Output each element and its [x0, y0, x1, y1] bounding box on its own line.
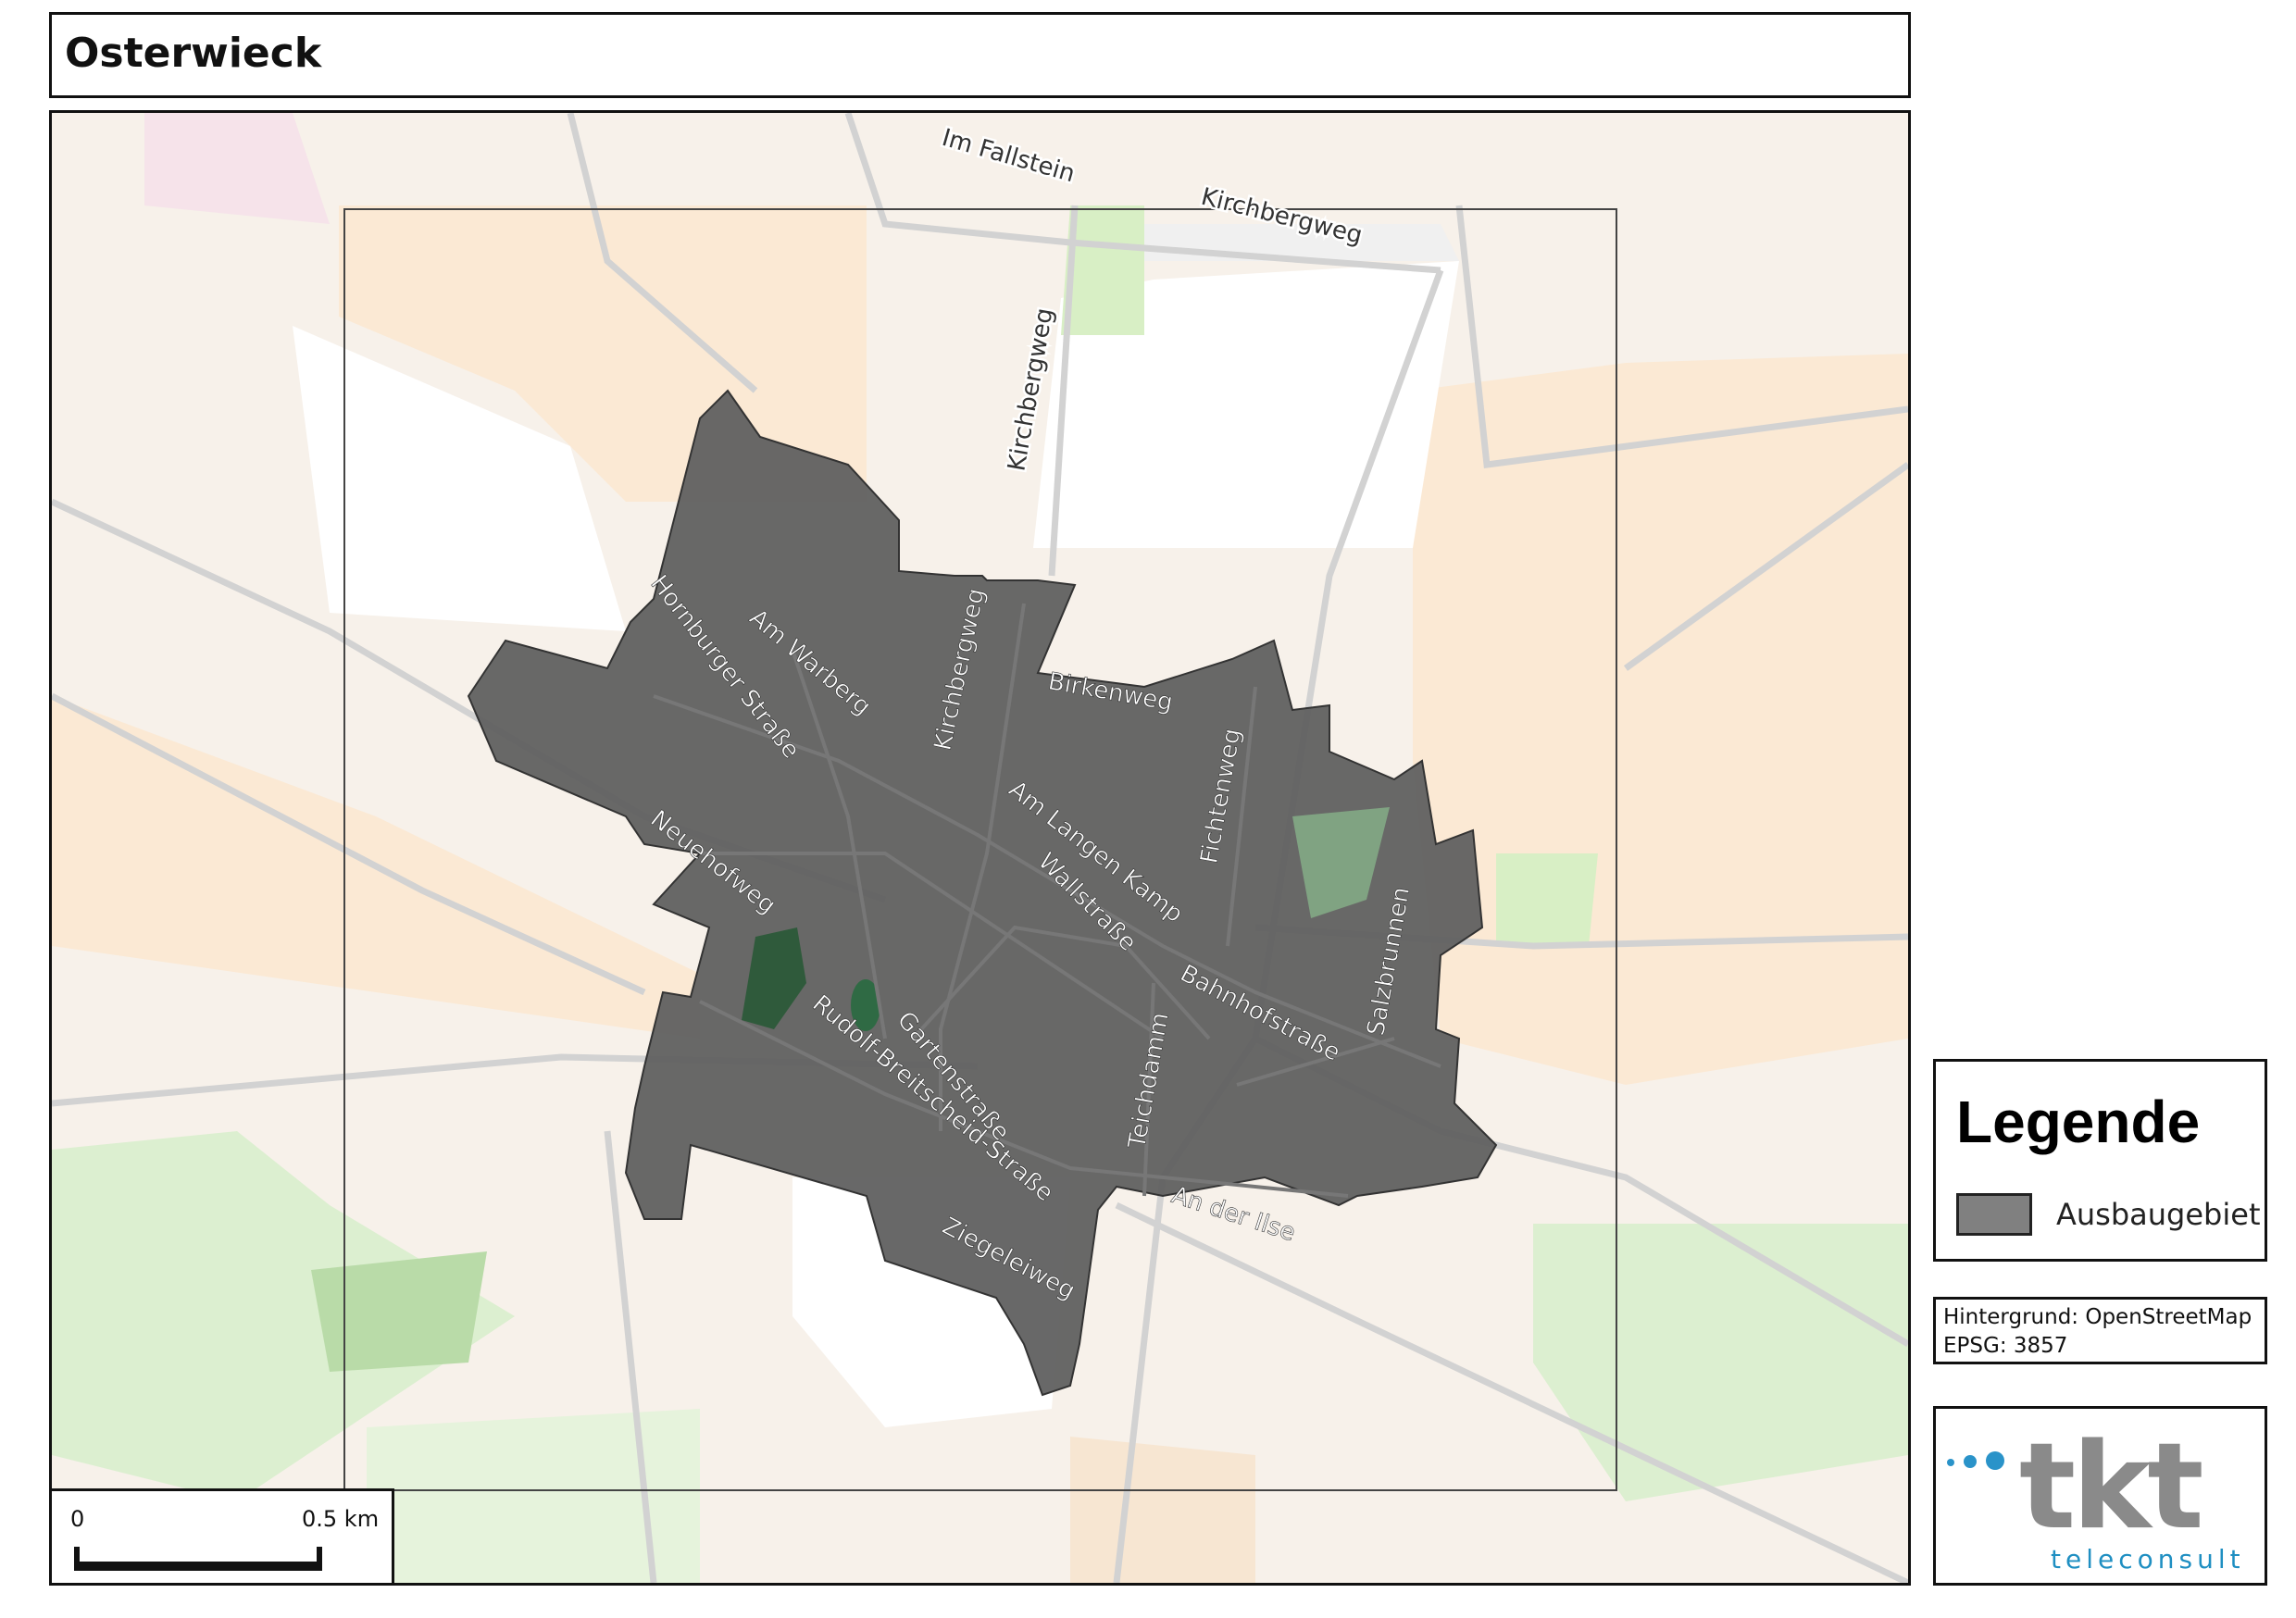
logo-subtitle: teleconsult	[2051, 1544, 2245, 1574]
logo-dot-icon	[1964, 1455, 1977, 1468]
source-epsg-label: EPSG: 3857	[1943, 1334, 2068, 1358]
scale-start-label: 0	[70, 1506, 85, 1532]
legend-swatch-ausbaugebiet	[1956, 1193, 2032, 1236]
title-box: Osterwieck	[49, 12, 1911, 98]
logo-dot-icon	[1947, 1459, 1954, 1466]
scale-bar	[74, 1562, 322, 1571]
scale-bar-box: 0 0.5 km	[49, 1488, 394, 1586]
meadow-area	[1496, 853, 1598, 946]
source-background-label: Hintergrund: OpenStreetMap	[1943, 1305, 2252, 1329]
company-logo: tkt teleconsult	[1933, 1406, 2267, 1586]
legend-label-ausbaugebiet: Ausbaugebiet	[2056, 1197, 2261, 1232]
logo-wordmark: tkt	[2019, 1418, 2203, 1556]
map-frame[interactable]: Im Fallstein Kirchbergweg Kirchbergweg K…	[49, 110, 1911, 1586]
map-title: Osterwieck	[65, 30, 322, 77]
logo-dot-icon	[1986, 1451, 2004, 1470]
legend-box: Legende Ausbaugebiet	[1933, 1059, 2267, 1262]
map-canvas[interactable]: Im Fallstein Kirchbergweg Kirchbergweg K…	[52, 113, 1908, 1583]
farmland-area	[1070, 1437, 1255, 1583]
forest-area	[311, 1251, 487, 1372]
legend-title: Legende	[1956, 1089, 2201, 1155]
source-box: Hintergrund: OpenStreetMap EPSG: 3857	[1933, 1297, 2267, 1364]
scale-end-label: 0.5 km	[302, 1506, 380, 1532]
